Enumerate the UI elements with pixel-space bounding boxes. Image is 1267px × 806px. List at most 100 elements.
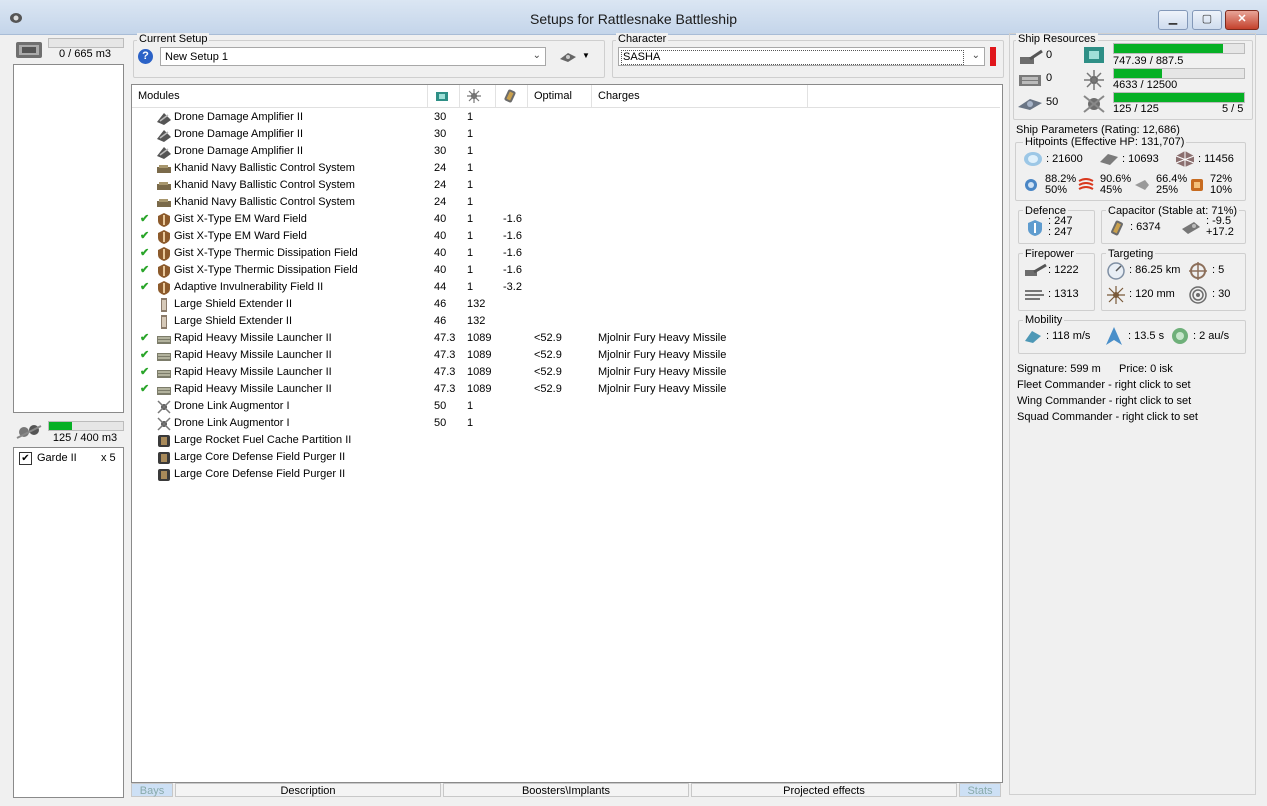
fit-status-icon: ✔ <box>140 383 150 395</box>
module-row[interactable]: ✔ Gist X-Type EM Ward Field 40 1 -1.6 <box>132 211 1000 228</box>
col-cpu[interactable] <box>428 85 460 107</box>
module-row[interactable]: Drone Damage Amplifier II 30 1 <box>132 109 1000 126</box>
col-capacitor[interactable] <box>496 85 528 107</box>
module-row[interactable]: Khanid Navy Ballistic Control System 24 1 <box>132 177 1000 194</box>
resist-thermal: 90.6% 45% <box>1100 174 1131 196</box>
module-name: Drone Damage Amplifier II <box>174 111 303 123</box>
character-select[interactable]: SASHA ⌄ <box>618 47 985 66</box>
targeting-title: Targeting <box>1106 248 1156 260</box>
module-row[interactable]: ✔ Rapid Heavy Missile Launcher II 47.3 1089… <box>132 330 1000 347</box>
module-row[interactable]: Khanid Navy Ballistic Control System 24 1 <box>132 194 1000 211</box>
squad-commander[interactable]: Squad Commander - right click to set <box>1017 411 1198 423</box>
current-setup-label: Current Setup <box>137 33 210 45</box>
align-time-icon <box>1106 327 1122 345</box>
module-row[interactable]: Large Core Defense Field Purger II <box>132 449 1000 466</box>
module-row[interactable]: Drone Damage Amplifier II 30 1 <box>132 126 1000 143</box>
align-time: : 13.5 s <box>1128 330 1165 342</box>
module-capacitor: -1.6 <box>503 213 522 225</box>
module-name: Gist X-Type EM Ward Field <box>174 230 307 242</box>
module-row[interactable]: Large Shield Extender II 46 132 <box>132 296 1000 313</box>
col-modules[interactable]: Modules <box>132 85 428 107</box>
tab-projected-effects[interactable]: Projected effects <box>691 783 957 797</box>
module-powergrid: 1 <box>467 417 474 429</box>
capacitor-icon <box>1111 220 1123 236</box>
max-targets: : 5 <box>1212 264 1225 276</box>
module-row[interactable]: Large Rocket Fuel Cache Partition II <box>132 432 1000 449</box>
module-cpu: 50 <box>434 417 447 429</box>
setup-tools-button[interactable]: ▼ <box>558 48 594 66</box>
module-row[interactable]: Drone Damage Amplifier II 30 1 <box>132 143 1000 160</box>
launcher-hardpoint-icon <box>1019 75 1041 86</box>
module-capacitor: -1.6 <box>503 264 522 276</box>
module-row[interactable]: Drone Link Augmentor I 50 1 <box>132 415 1000 432</box>
fleet-commander[interactable]: Fleet Commander - right click to set <box>1017 379 1191 391</box>
module-name: Rapid Heavy Missile Launcher II <box>174 366 332 378</box>
max-velocity: : 118 m/s <box>1046 330 1091 342</box>
capacitor-icon <box>504 89 516 103</box>
missile-dps-icon <box>1025 290 1044 300</box>
tab-stats[interactable]: Stats <box>959 783 1001 797</box>
help-icon[interactable]: ? <box>138 49 153 64</box>
ship-tools-icon <box>560 53 576 62</box>
defence-values: : 247: 247 <box>1048 216 1072 238</box>
col-optimal[interactable]: Optimal <box>528 85 592 107</box>
module-row[interactable]: ✔ Gist X-Type Thermic Dissipation Field 40… <box>132 262 1000 279</box>
sensor-strength: : 30 <box>1212 288 1231 300</box>
col-powergrid[interactable] <box>460 85 496 107</box>
module-cpu: 40 <box>434 230 447 242</box>
fit-status-icon: ✔ <box>140 230 150 242</box>
tab-bays[interactable]: Bays <box>131 783 173 797</box>
cpu-bar <box>1113 43 1245 54</box>
maximize-button[interactable]: ▢ <box>1192 10 1222 30</box>
module-name: Large Rocket Fuel Cache Partition II <box>174 434 352 446</box>
module-name: Gist X-Type Thermic Dissipation Field <box>174 247 358 259</box>
col-charges[interactable]: Charges <box>592 85 808 107</box>
module-row[interactable]: ✔ Rapid Heavy Missile Launcher II 47.3 1089… <box>132 381 1000 398</box>
module-row[interactable]: ✔ Adaptive Invulnerability Field II 44 1 -3.… <box>132 279 1000 296</box>
module-row[interactable]: ✔ Gist X-Type EM Ward Field 40 1 -1.6 <box>132 228 1000 245</box>
setup-select[interactable]: New Setup 1 ⌄ <box>160 47 546 66</box>
minimize-button[interactable]: ▁ <box>1158 10 1188 30</box>
module-powergrid: 1 <box>467 264 474 276</box>
drone-bay-icon <box>16 425 42 439</box>
drone-count: x 5 <box>101 452 116 464</box>
module-powergrid: 1 <box>467 196 474 208</box>
focus-rect <box>621 50 964 65</box>
module-row[interactable]: Large Shield Extender II 46 132 <box>132 313 1000 330</box>
module-name: Khanid Navy Ballistic Control System <box>174 196 355 208</box>
tab-boosters-implants[interactable]: Boosters\Implants <box>443 783 689 797</box>
module-row[interactable]: ✔ Rapid Heavy Missile Launcher II 47.3 1089… <box>132 364 1000 381</box>
turret-count: 0 <box>1046 49 1053 61</box>
module-cpu: 40 <box>434 247 447 259</box>
launcher-count: 0 <box>1046 72 1053 84</box>
module-cpu: 30 <box>434 128 447 140</box>
wing-commander[interactable]: Wing Commander - right click to set <box>1017 395 1191 407</box>
module-name: Gist X-Type Thermic Dissipation Field <box>174 264 358 276</box>
module-row[interactable]: Large Core Defense Field Purger II <box>132 466 1000 483</box>
fit-status-icon: ✔ <box>140 247 150 259</box>
module-row[interactable]: Drone Link Augmentor I 50 1 <box>132 398 1000 415</box>
module-row[interactable]: Khanid Navy Ballistic Control System 24 1 <box>132 160 1000 177</box>
tab-description[interactable]: Description <box>175 783 441 797</box>
module-row[interactable]: ✔ Gist X-Type Thermic Dissipation Field 40… <box>132 245 1000 262</box>
cpu-icon <box>1084 47 1104 63</box>
calibration-icon <box>1018 99 1042 110</box>
module-name: Rapid Heavy Missile Launcher II <box>174 349 332 361</box>
powergrid-icon <box>1084 70 1104 90</box>
armor-icon <box>1100 154 1118 165</box>
turret-dps-icon <box>1025 263 1047 276</box>
calibration-count: 50 <box>1046 96 1059 108</box>
shield-icon <box>1024 152 1042 166</box>
firepower-title: Firepower <box>1023 248 1076 260</box>
module-name: Rapid Heavy Missile Launcher II <box>174 332 332 344</box>
em-resist-icon <box>1025 179 1037 191</box>
drone-checkbox[interactable]: ✔ <box>19 452 32 465</box>
module-charge: Mjolnir Fury Heavy Missile <box>598 366 727 378</box>
cargo-list[interactable] <box>13 64 124 413</box>
drone-list[interactable]: ✔ Garde II x 5 <box>13 447 124 798</box>
module-powergrid: 1 <box>467 230 474 242</box>
close-button[interactable]: ✕ <box>1225 10 1259 30</box>
module-name: Drone Damage Amplifier II <box>174 145 303 157</box>
module-powergrid: 1 <box>467 400 474 412</box>
module-row[interactable]: ✔ Rapid Heavy Missile Launcher II 47.3 1089… <box>132 347 1000 364</box>
